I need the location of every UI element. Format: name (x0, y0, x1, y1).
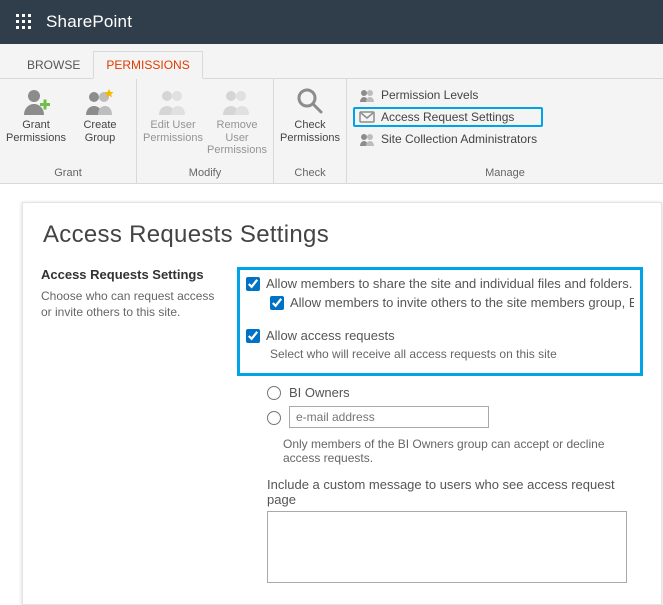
highlighted-options-box: Allow members to share the site and indi… (237, 267, 643, 376)
permission-levels-button[interactable]: Permission Levels (353, 85, 543, 105)
create-group-label: Create Group (83, 119, 116, 144)
manage-group-label: Manage (353, 165, 657, 181)
section-title: Access Requests Settings (41, 267, 227, 282)
radio-bi-owners-label: BI Owners (289, 385, 350, 400)
magnifier-icon (294, 85, 326, 117)
suite-title: SharePoint (46, 12, 132, 32)
include-message-label: Include a custom message to users who se… (243, 471, 643, 511)
suite-bar: SharePoint (0, 0, 663, 44)
permission-levels-label: Permission Levels (381, 88, 478, 102)
user-remove-icon (221, 85, 253, 117)
ribbon-group-check: Check Permissions Check (274, 79, 347, 183)
edit-user-permissions-label: Edit User Permissions (143, 119, 203, 144)
allow-access-requests-checkbox[interactable] (246, 329, 260, 343)
waffle-icon[interactable] (8, 6, 40, 38)
custom-message-textarea[interactable] (267, 511, 627, 583)
recipient-options: BI Owners Only members of the BI Owners … (237, 376, 643, 586)
site-collection-admins-button[interactable]: Site Collection Administrators (353, 129, 543, 149)
admin-icon (359, 131, 375, 147)
section-desc: Choose who can request access or invite … (41, 288, 227, 320)
edit-user-permissions-button[interactable]: Edit User Permissions (143, 83, 203, 146)
access-request-settings-label: Access Request Settings (381, 110, 514, 124)
group-add-icon (84, 85, 116, 117)
allow-share-option[interactable]: Allow members to share the site and indi… (246, 274, 634, 293)
allow-access-requests-option[interactable]: Allow access requests (246, 326, 634, 345)
tab-permissions[interactable]: PERMISSIONS (93, 51, 202, 79)
grant-permissions-label: Grant Permissions (6, 119, 66, 144)
grant-group-label: Grant (6, 165, 130, 181)
email-input[interactable] (289, 406, 489, 428)
select-who-text: Select who will receive all access reque… (246, 345, 634, 363)
allow-invite-checkbox[interactable] (270, 296, 284, 310)
user-plus-icon (20, 85, 52, 117)
user-edit-icon (157, 85, 189, 117)
create-group-button[interactable]: Create Group (70, 83, 130, 146)
site-collection-admins-label: Site Collection Administrators (381, 132, 537, 146)
allow-invite-label: Allow members to invite others to the si… (290, 295, 634, 310)
grant-permissions-button[interactable]: Grant Permissions (6, 83, 66, 146)
tab-browse[interactable]: BROWSE (14, 51, 93, 79)
allow-invite-option[interactable]: Allow members to invite others to the si… (246, 293, 634, 312)
allow-access-requests-label: Allow access requests (266, 328, 395, 343)
remove-user-permissions-button[interactable]: Remove User Permissions (207, 83, 267, 159)
allow-share-label: Allow members to share the site and indi… (266, 276, 632, 291)
ribbon-group-grant: Grant Permissions Create Group Grant (0, 79, 137, 183)
check-group-label: Check (280, 165, 340, 181)
check-permissions-label: Check Permissions (280, 119, 340, 144)
section-left: Access Requests Settings Choose who can … (41, 267, 237, 320)
radio-email[interactable] (267, 411, 281, 425)
check-permissions-button[interactable]: Check Permissions (280, 83, 340, 146)
ribbon-group-modify: Edit User Permissions Remove User Permis… (137, 79, 274, 183)
modify-group-label: Modify (143, 165, 267, 181)
request-settings-icon (359, 109, 375, 125)
remove-user-permissions-label: Remove User Permissions (207, 119, 267, 157)
allow-share-checkbox[interactable] (246, 277, 260, 291)
radio-bi-owners-row[interactable]: BI Owners (243, 382, 643, 403)
only-members-hint: Only members of the BI Owners group can … (243, 431, 643, 471)
radio-email-row[interactable] (243, 403, 643, 431)
access-request-settings-button[interactable]: Access Request Settings (353, 107, 543, 127)
tabstrip: BROWSE PERMISSIONS (0, 44, 663, 78)
page-sheet: Access Requests Settings Access Requests… (22, 202, 662, 605)
ribbon: Grant Permissions Create Group Grant Edi… (0, 78, 663, 184)
levels-icon (359, 87, 375, 103)
radio-bi-owners[interactable] (267, 386, 281, 400)
page-title: Access Requests Settings (43, 221, 643, 249)
ribbon-group-manage: Permission Levels Access Request Setting… (347, 79, 663, 183)
